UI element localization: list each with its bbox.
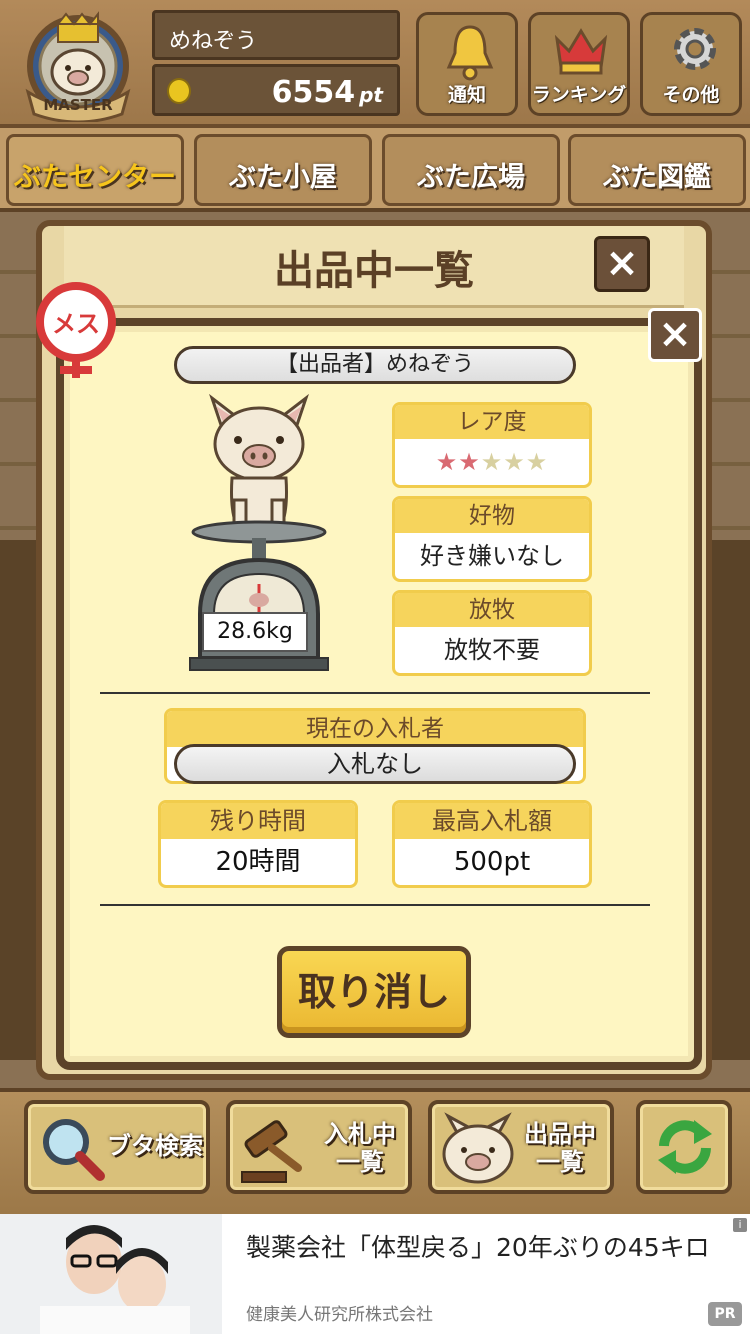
pig-search-label: ブタ検索 <box>107 1132 203 1160</box>
ad-info-icon[interactable]: i <box>733 1218 747 1232</box>
notification-button[interactable]: 通知 <box>416 12 518 116</box>
rarity-panel: レア度 ★★★★★ <box>392 402 592 488</box>
listing-list-label-line2: 一覧 <box>536 1148 584 1176</box>
rarity-stars: ★★★★★ <box>395 439 589 485</box>
star-icon: ★ <box>525 448 549 476</box>
favorite-value: 好き嫌いなし <box>420 542 564 570</box>
grazing-label: 放牧 <box>395 593 589 627</box>
grazing-value: 放牧不要 <box>444 636 540 664</box>
star-icon: ★ <box>503 448 526 476</box>
seller-label: 【出品者】めねぞう <box>174 346 576 384</box>
pig-search-button[interactable]: ブタ検索 <box>24 1100 210 1194</box>
master-badge[interactable]: MASTER <box>14 10 146 124</box>
weight-display: 28.6kg <box>202 612 308 652</box>
ad-image[interactable] <box>0 1214 222 1334</box>
modal-close-button[interactable]: × <box>594 236 650 292</box>
ranking-button[interactable]: ランキング <box>528 12 630 116</box>
ad-sponsor: 健康美人研究所株式会社 <box>246 1305 433 1325</box>
tab-buta-center[interactable]: ぶたセンター <box>6 134 184 206</box>
coin-icon <box>167 78 191 104</box>
time-label: 残り時間 <box>161 803 355 839</box>
refresh-button[interactable] <box>636 1100 732 1194</box>
star-icon: ★ <box>480 448 504 476</box>
magnifier-icon <box>43 1119 105 1181</box>
bidder-label: 現在の入札者 <box>167 711 583 747</box>
ad-title[interactable]: 製薬会社「体型戻る」20年ぶりの45キロ <box>246 1230 716 1266</box>
ranking-label: ランキング <box>531 84 627 106</box>
cancel-listing-button[interactable]: 取り消し <box>277 946 471 1038</box>
tab-buta-zukan[interactable]: ぶた図鑑 <box>568 134 746 206</box>
favorite-food-panel: 好物 好き嫌いなし <box>392 496 592 582</box>
detail-close-button[interactable]: × <box>648 308 702 362</box>
star-icon: ★ <box>435 448 459 476</box>
tab-bar: ぶたセンター ぶた小屋 ぶた広場 ぶた図鑑 <box>0 128 750 212</box>
bidding-list-button[interactable]: 入札中 一覧 <box>226 1100 412 1194</box>
listing-list-label-line1: 出品中 <box>524 1120 596 1148</box>
star-icon: ★ <box>458 448 481 476</box>
listing-list-label: 出品中 一覧 <box>510 1120 610 1176</box>
female-icon: メス <box>32 282 120 382</box>
points-unit: pt <box>359 83 383 107</box>
tab-buta-koya[interactable]: ぶた小屋 <box>194 134 372 206</box>
tab-buta-hiroba[interactable]: ぶた広場 <box>382 134 560 206</box>
bidding-list-label: 入札中 一覧 <box>310 1120 410 1176</box>
refresh-icon <box>658 1120 712 1174</box>
favorite-label: 好物 <box>395 499 589 533</box>
ad-pr-badge: PR <box>708 1302 742 1326</box>
bell-icon <box>446 25 494 81</box>
max-bid-panel: 最高入札額 500pt <box>392 800 592 888</box>
grazing-panel: 放牧 放牧不要 <box>392 590 592 676</box>
crown-icon <box>554 28 608 75</box>
listing-list-button[interactable]: 出品中 一覧 <box>428 1100 614 1194</box>
bidding-list-label-line2: 一覧 <box>336 1148 384 1176</box>
notification-label: 通知 <box>447 84 486 106</box>
username-display: めねぞう <box>152 10 400 60</box>
max-bid-label: 最高入札額 <box>395 803 589 839</box>
pig-face-icon <box>442 1112 514 1184</box>
advertisement-banner[interactable]: 製薬会社「体型戻る」20年ぶりの45キロ 健康美人研究所株式会社 i <box>0 1214 750 1334</box>
background-beam <box>0 540 40 1060</box>
gear-icon <box>674 28 716 70</box>
max-bid-value: 500pt <box>453 847 531 877</box>
background-beam <box>712 540 750 1060</box>
master-badge-label: MASTER <box>43 96 113 114</box>
time-value: 20時間 <box>215 847 301 877</box>
time-remaining-panel: 残り時間 20時間 <box>158 800 358 888</box>
settings-label: その他 <box>662 84 720 106</box>
top-header: MASTER めねぞう 6554 pt 通知 ランキング その他 <box>0 0 750 128</box>
modal-title: 出品中一覧 <box>274 248 474 294</box>
divider <box>100 904 650 906</box>
rarity-label: レア度 <box>395 405 589 439</box>
divider <box>100 692 650 694</box>
bidding-list-label-line1: 入札中 <box>324 1120 396 1148</box>
points-value: 6554 <box>271 75 356 110</box>
points-display: 6554 pt <box>152 64 400 116</box>
gender-label: メス <box>52 310 100 338</box>
gavel-icon <box>241 1120 302 1183</box>
bidder-value: 入札なし <box>174 744 576 784</box>
settings-button[interactable]: その他 <box>640 12 742 116</box>
